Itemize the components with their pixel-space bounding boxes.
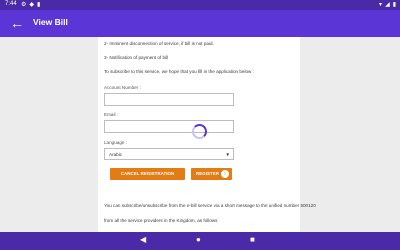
arrow-back-icon[interactable]: ← [10,13,24,33]
register-button[interactable]: REGISTER › [191,168,232,180]
status-left-icons: ⚙ ◆ ▮ [21,1,43,8]
nav-home-icon[interactable]: ● [196,235,201,244]
shield-icon: ◆ [29,2,35,8]
signal-icon: ◢ [385,2,390,8]
email-field[interactable] [104,120,234,133]
account-number-label: Account Number : [104,85,141,90]
status-bar: 7:44 ⚙ ◆ ▮ ▾ ◢ ▮ [0,0,400,10]
language-select[interactable]: Arabic ▼ [104,148,234,160]
info-line-notification: 3- Notification of payment of bill [104,55,169,60]
footer-line-1: You can subscribe/unsubscribe from the e… [104,203,316,208]
sd-card-icon: ▮ [37,2,41,8]
battery-icon: ▮ [392,2,396,8]
settings-icon: ⚙ [21,2,27,8]
loading-spinner-icon [192,124,207,139]
email-label: Email : [104,112,119,117]
nav-recents-icon[interactable]: ■ [250,235,255,244]
info-line-subscribe: To subscribe to this service, we hope th… [104,69,254,74]
wifi-icon: ▾ [379,2,383,8]
page-title: View Bill [33,17,68,27]
register-button-label: REGISTER [196,171,220,176]
app-bar: ← View Bill [0,10,400,37]
language-label: Language : [104,140,127,145]
status-time: 7:44 [5,1,17,7]
cancel-registration-button[interactable]: CANCEL REGISTRATION [110,168,185,180]
navigation-bar: ◀ ● ■ [0,232,400,250]
dropdown-caret-icon: ▼ [225,152,230,157]
info-line-imminent: 2- Imminent disconnection of service, if… [104,41,214,46]
footer-line-2: from all the service providers in the Ki… [104,218,218,223]
nav-back-icon[interactable]: ◀ [140,235,146,244]
arrow-right-icon: › [221,170,229,178]
language-selected-value: Arabic [109,152,123,157]
status-right-icons: ▾ ◢ ▮ [376,1,396,8]
account-number-field[interactable] [104,93,234,106]
